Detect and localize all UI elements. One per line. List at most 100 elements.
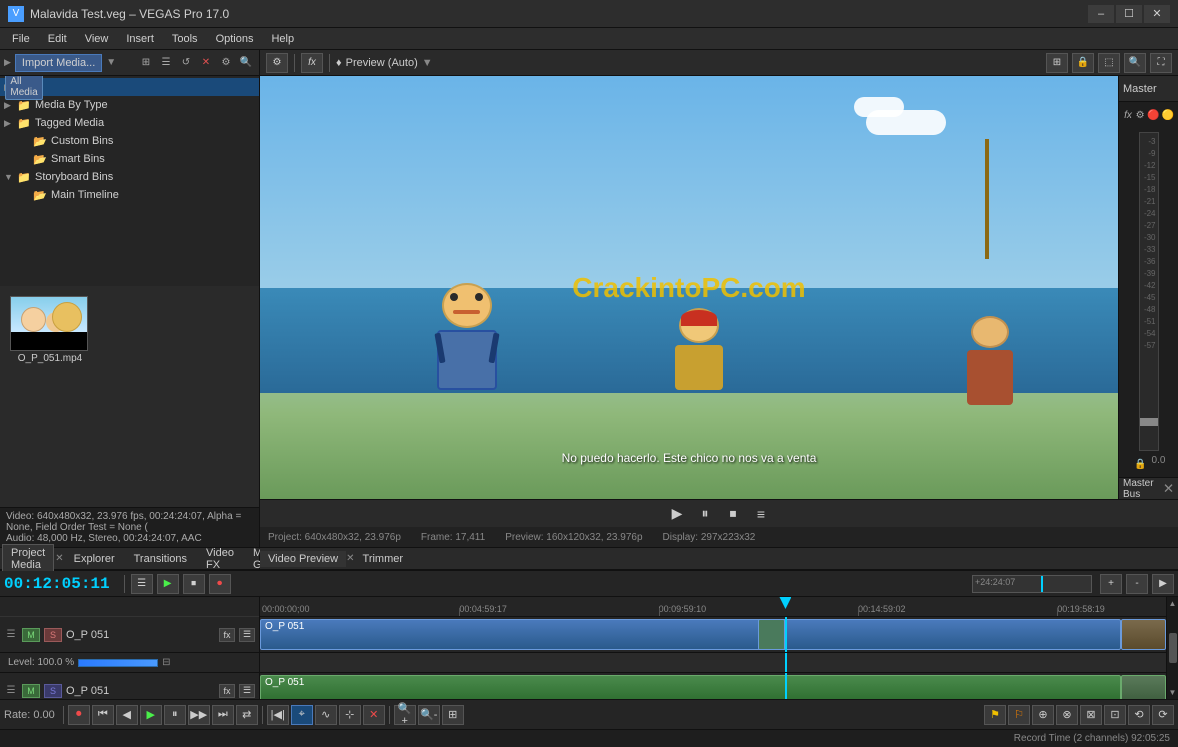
tree-item-smart-bins[interactable]: 📂 Smart Bins — [0, 150, 259, 168]
timeline-zoom-in[interactable]: + — [1100, 574, 1122, 594]
timeline-play-btn[interactable]: ▶ — [157, 574, 179, 594]
transport-loop-btn[interactable]: ⇄ — [236, 705, 258, 725]
audio-clip-main[interactable]: O_P 051 — [260, 675, 1121, 699]
envelope-btn[interactable]: ∿ — [315, 705, 337, 725]
zoom-in-btn[interactable]: 🔍+ — [394, 705, 416, 725]
marker-btn[interactable]: ⚑ — [984, 705, 1006, 725]
timeline-scrollbar-vertical[interactable]: ▲ ▼ — [1166, 597, 1178, 699]
scroll-down-btn[interactable]: ▼ — [1169, 688, 1177, 697]
audio-clip-right[interactable] — [1121, 675, 1166, 699]
track-expand-btn[interactable]: ☰ — [4, 685, 18, 696]
zoom-out-btn[interactable]: 🔍- — [418, 705, 440, 725]
track-solo-btn[interactable]: S — [44, 628, 62, 642]
transport-pause-btn[interactable]: ⏸ — [164, 705, 186, 725]
preview-loop-btn[interactable]: ≡ — [750, 505, 772, 523]
timeline-stop-btn[interactable]: ⏹ — [183, 574, 205, 594]
zoom-fit-btn[interactable]: ⊞ — [442, 705, 464, 725]
tree-item-main-timeline[interactable]: 📂 Main Timeline — [0, 186, 259, 204]
track-expand-btn[interactable]: ☰ — [4, 629, 18, 640]
transport-end-btn[interactable]: ⏭ — [212, 705, 234, 725]
media-thumbnail[interactable]: O_P_051.mp4 — [10, 296, 90, 364]
level-reset-btn[interactable]: ⊟ — [162, 657, 170, 668]
preview-stop-btn[interactable]: ⏹ — [722, 505, 744, 523]
import-media-button[interactable]: Import Media... — [15, 54, 102, 72]
tab-video-fx[interactable]: Video FX — [197, 544, 243, 574]
preview-snap-btn[interactable]: 🔒 — [1072, 53, 1094, 73]
video-clip-thumb1[interactable] — [758, 619, 785, 650]
menu-insert[interactable]: Insert — [118, 31, 162, 47]
menu-file[interactable]: File — [4, 31, 38, 47]
close-button[interactable]: ✕ — [1144, 5, 1170, 23]
timeline-record-btn[interactable]: ⏺ — [209, 574, 231, 594]
menu-tools[interactable]: Tools — [164, 31, 206, 47]
cmd2-btn[interactable]: ⊗ — [1056, 705, 1078, 725]
tree-item-custom-bins[interactable]: 📂 Custom Bins — [0, 132, 259, 150]
fader-handle[interactable] — [1140, 418, 1158, 426]
transport-rewind-btn[interactable]: ⏮ — [92, 705, 114, 725]
level-bar[interactable] — [78, 659, 158, 667]
master-settings-btn[interactable]: ⚙ — [1135, 106, 1145, 124]
media-view-button[interactable]: ⊞ — [137, 54, 155, 72]
preview-pause-btn[interactable]: ⏸ — [694, 505, 716, 523]
menu-view[interactable]: View — [77, 31, 117, 47]
track-fx-btn[interactable]: fx — [219, 628, 235, 642]
video-preview-close[interactable]: ✕ — [346, 553, 354, 564]
preview-settings-btn[interactable]: ⚙ — [266, 53, 288, 73]
master-fx-btn[interactable]: fx — [1123, 106, 1133, 124]
tab-transitions[interactable]: Transitions — [125, 550, 196, 568]
tree-item-all-media[interactable]: ▶ All Media — [0, 78, 259, 96]
flag-btn[interactable]: ⚐ — [1008, 705, 1030, 725]
tab-video-preview[interactable]: Video Preview — [260, 551, 346, 567]
transport-play-btn[interactable]: ▶ — [140, 705, 162, 725]
transport-record-btn[interactable]: ⏺ — [68, 705, 90, 725]
timeline-settings-btn[interactable]: ☰ — [131, 574, 153, 594]
select-btn[interactable]: ⊹ — [339, 705, 361, 725]
tab-project-media[interactable]: Project Media — [2, 544, 54, 574]
video-clip-main[interactable]: O_P 051 — [260, 619, 1121, 650]
audio-track-fx-btn[interactable]: fx — [219, 684, 235, 698]
audio-track-options-btn[interactable]: ☰ — [239, 684, 255, 698]
tree-item-tagged-media[interactable]: ▶ 📁 Tagged Media — [0, 114, 259, 132]
preview-fx-btn[interactable]: fx — [301, 53, 323, 73]
audio-track-mute-btn[interactable]: M — [22, 684, 40, 698]
timeline-zoom-out[interactable]: - — [1126, 574, 1148, 594]
menu-edit[interactable]: Edit — [40, 31, 75, 47]
fader-lock-btn[interactable]: 🔒 — [1132, 455, 1150, 473]
menu-help[interactable]: Help — [263, 31, 302, 47]
master-plug2-btn[interactable]: 🟡 — [1162, 106, 1174, 124]
cmd3-btn[interactable]: ⊠ — [1080, 705, 1102, 725]
tab-trimmer[interactable]: Trimmer — [355, 551, 412, 567]
timeline-scroll-right[interactable]: ▶ — [1152, 574, 1174, 594]
media-close-button[interactable]: ✕ — [197, 54, 215, 72]
master-plug1-btn[interactable]: 🔴 — [1147, 106, 1159, 124]
preview-play-btn[interactable]: ▶ — [666, 505, 688, 523]
preview-zoom-btn[interactable]: 🔍 — [1124, 53, 1146, 73]
project-media-close[interactable]: ✕ — [55, 553, 63, 564]
scroll-up-btn[interactable]: ▲ — [1169, 599, 1177, 608]
timeline-position-bar[interactable]: +24:24:07 — [972, 575, 1092, 593]
tab-explorer[interactable]: Explorer — [65, 550, 124, 568]
cmd6-btn[interactable]: ⟳ — [1152, 705, 1174, 725]
media-search-button[interactable]: 🔍 — [237, 54, 255, 72]
track-options-btn[interactable]: ☰ — [239, 628, 255, 642]
transport-forward-btn[interactable]: ▶▶ — [188, 705, 210, 725]
media-refresh-button[interactable]: ↺ — [177, 54, 195, 72]
transport-back-btn[interactable]: ◀ — [116, 705, 138, 725]
media-list-button[interactable]: ☰ — [157, 54, 175, 72]
audio-track-solo-btn[interactable]: S — [44, 684, 62, 698]
cmd4-btn[interactable]: ⊡ — [1104, 705, 1126, 725]
preview-fullscreen-btn[interactable]: ⛶ — [1150, 53, 1172, 73]
media-settings-button[interactable]: ⚙ — [217, 54, 235, 72]
cmd5-btn[interactable]: ⟲ — [1128, 705, 1150, 725]
cut-btn[interactable]: ✕ — [363, 705, 385, 725]
cursor-btn[interactable]: ⌖ — [291, 705, 313, 725]
preview-safe-btn[interactable]: ⬚ — [1098, 53, 1120, 73]
track-mute-btn[interactable]: M — [22, 628, 40, 642]
tree-item-media-by-type[interactable]: ▶ 📁 Media By Type — [0, 96, 259, 114]
minimize-button[interactable]: – — [1088, 5, 1114, 23]
snap-btn[interactable]: |◀| — [267, 705, 289, 725]
tree-item-storyboard-bins[interactable]: ▼ 📁 Storyboard Bins — [0, 168, 259, 186]
maximize-button[interactable]: ☐ — [1116, 5, 1142, 23]
preview-grid-btn[interactable]: ⊞ — [1046, 53, 1068, 73]
video-clip-right[interactable] — [1121, 619, 1166, 650]
